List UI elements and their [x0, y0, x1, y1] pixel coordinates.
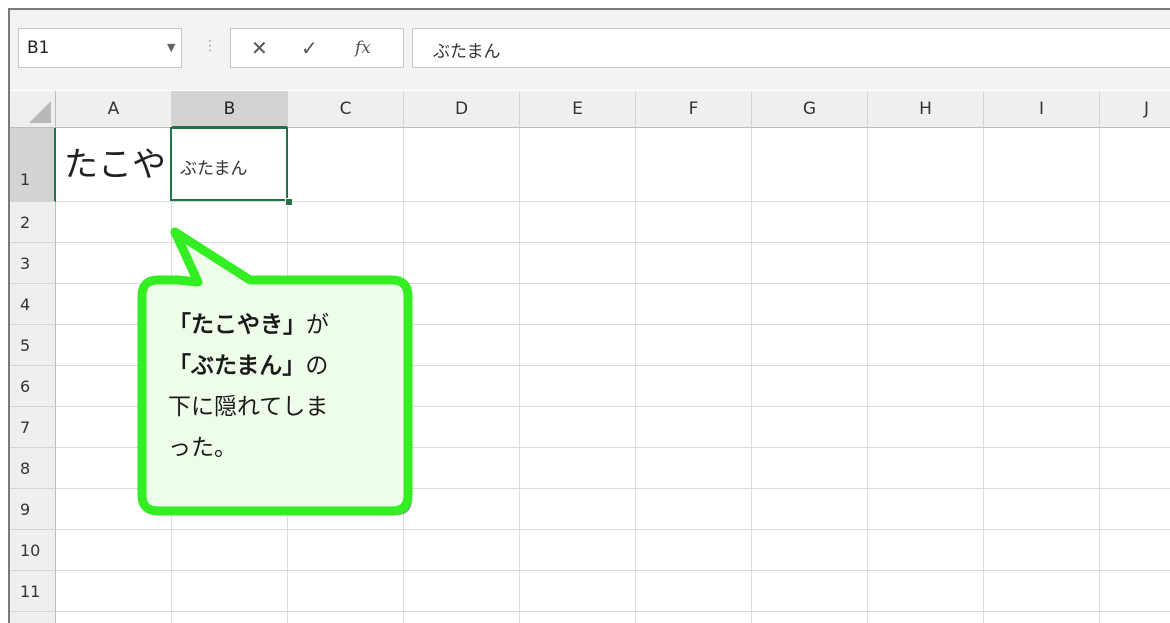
select-all-button[interactable]: [10, 91, 56, 128]
row-header-11[interactable]: 11: [10, 571, 56, 612]
row-header-4[interactable]: 4: [10, 284, 56, 325]
grid-line: [56, 201, 1170, 202]
grid-line: [56, 570, 1170, 571]
grid-line: [403, 128, 404, 623]
grid-line: [56, 283, 1170, 284]
grid-line: [56, 242, 1170, 243]
active-cell-border: [170, 127, 288, 201]
row-header-7[interactable]: 7: [10, 407, 56, 448]
cancel-icon[interactable]: ✕: [251, 36, 268, 60]
fill-handle[interactable]: [285, 198, 293, 206]
formula-input[interactable]: ぶたまん: [412, 28, 1170, 68]
column-header-h[interactable]: H: [868, 91, 984, 128]
callout-particle-1: が: [306, 312, 329, 338]
spreadsheet-window: B1 ▼ ⋮ ✕ ✓ fx ぶたまん A B C D E F G H I J 1…: [8, 8, 1170, 623]
select-all-icon: [29, 101, 51, 123]
callout-line-2: 「ぶたまん」の: [168, 346, 400, 387]
formula-bar: B1 ▼ ⋮ ✕ ✓ fx ぶたまん: [10, 10, 1170, 90]
grid-line: [983, 128, 984, 623]
row-header-6[interactable]: 6: [10, 366, 56, 407]
grid-line: [56, 488, 1170, 489]
column-header-f[interactable]: F: [636, 91, 752, 128]
row-header-10[interactable]: 10: [10, 530, 56, 571]
column-header-i[interactable]: I: [984, 91, 1100, 128]
formula-value: ぶたまん: [433, 42, 501, 62]
column-header-b[interactable]: B: [172, 91, 288, 128]
callout-particle-2: の: [305, 353, 329, 379]
row-header-9[interactable]: 9: [10, 489, 56, 530]
grid-line: [1099, 128, 1100, 623]
row-header-2[interactable]: 2: [10, 202, 56, 243]
callout-line-3: 下に隠れてしま: [168, 394, 329, 420]
drag-handle-icon[interactable]: ⋮: [203, 38, 217, 54]
column-header-e[interactable]: E: [520, 91, 636, 128]
callout-line-4: った。: [168, 435, 237, 461]
formula-buttons: ✕ ✓ fx: [230, 28, 404, 68]
name-box[interactable]: B1 ▼: [18, 28, 182, 68]
cell-a1[interactable]: たこやき: [64, 137, 174, 186]
column-header-j[interactable]: J: [1100, 91, 1170, 128]
callout-quote-1: 「たこやき」: [168, 312, 306, 338]
enter-icon[interactable]: ✓: [301, 36, 318, 60]
grid-line: [56, 529, 1170, 530]
row-header-8[interactable]: 8: [10, 448, 56, 489]
row-header-5[interactable]: 5: [10, 325, 56, 366]
insert-function-icon[interactable]: fx: [355, 38, 371, 58]
column-header-c[interactable]: C: [288, 91, 404, 128]
row-header-3[interactable]: 3: [10, 243, 56, 284]
chevron-down-icon[interactable]: ▼: [167, 41, 175, 54]
name-box-value: B1: [27, 38, 50, 58]
column-header-a[interactable]: A: [56, 91, 172, 128]
callout-line-1: 「たこやき」が: [168, 305, 400, 346]
row-header-1[interactable]: 1: [10, 128, 56, 202]
grid-line: [56, 611, 1170, 612]
row-header-12[interactable]: 12: [10, 612, 56, 623]
column-header-g[interactable]: G: [752, 91, 868, 128]
grid-line: [519, 128, 520, 623]
callout-text: 「たこやき」が 「ぶたまん」の 下に隠れてしま った。: [168, 305, 400, 469]
grid-line: [751, 128, 752, 623]
grid-line: [867, 128, 868, 623]
callout-quote-2: 「ぶたまん」: [168, 353, 306, 379]
column-header-d[interactable]: D: [404, 91, 520, 128]
grid-line: [635, 128, 636, 623]
